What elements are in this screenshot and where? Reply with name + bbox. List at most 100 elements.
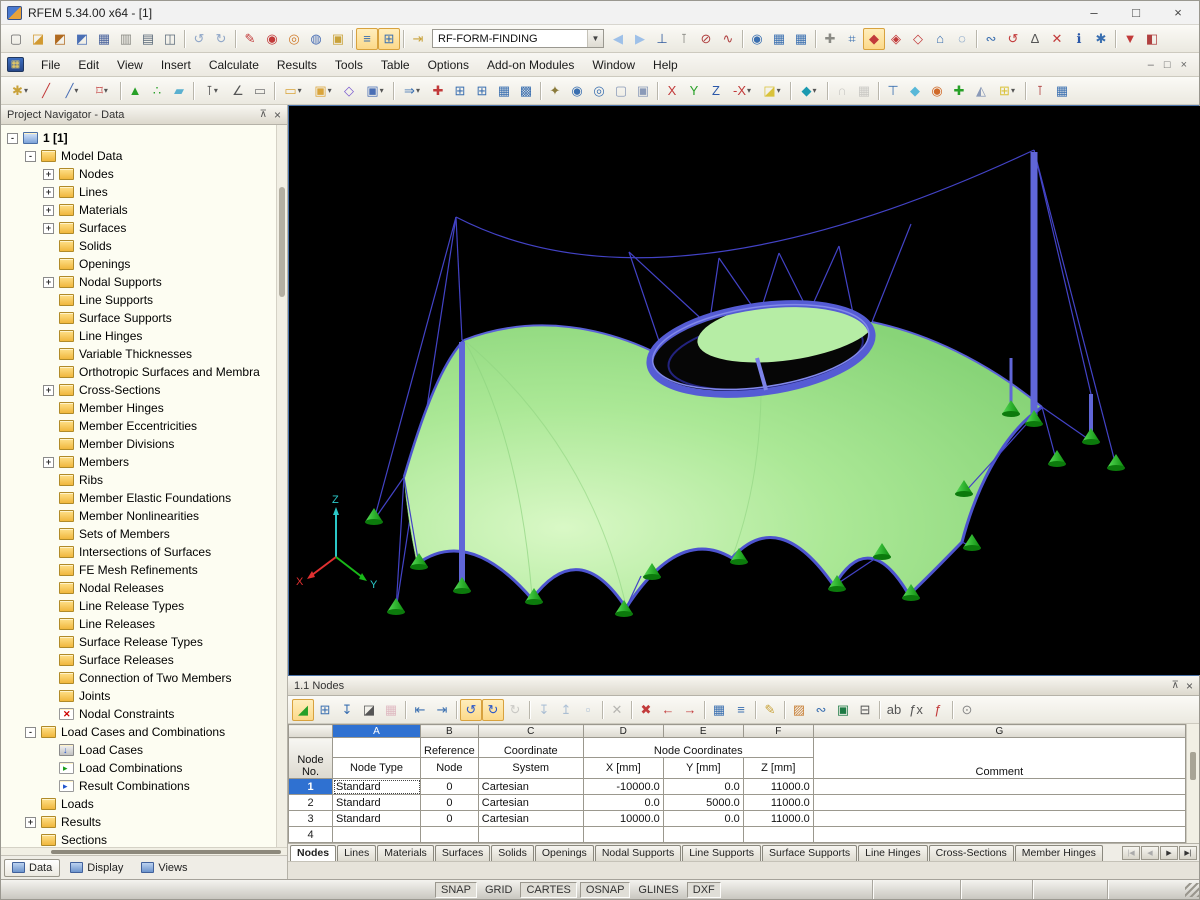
menu-file[interactable]: File xyxy=(32,56,69,74)
node-type-cell[interactable] xyxy=(333,827,421,843)
tree-expander[interactable] xyxy=(43,223,54,234)
forward-icon[interactable]: ▶ xyxy=(629,28,651,50)
tree-item-surface-supports[interactable]: Surface Supports xyxy=(1,309,276,327)
navigator-tab-data[interactable]: Data xyxy=(4,859,60,877)
tree-expander[interactable] xyxy=(43,457,54,468)
row-number-cell[interactable]: 1 xyxy=(289,779,333,795)
column-letter-f[interactable]: F xyxy=(743,725,813,738)
coordinate-system-cell[interactable]: Cartesian xyxy=(478,795,583,811)
member-results-icon[interactable]: ⊤ xyxy=(882,80,904,102)
new-surface-support-icon[interactable]: ▰ xyxy=(168,80,190,102)
column-letter-e[interactable]: E xyxy=(663,725,743,738)
new-line-icon[interactable]: ╱ xyxy=(35,80,57,102)
menu-tools[interactable]: Tools xyxy=(326,56,372,74)
menu-options[interactable]: Options xyxy=(419,56,478,74)
y-coordinate-cell[interactable]: 0.0 xyxy=(663,811,743,827)
table-undo-icon[interactable]: ↺ xyxy=(460,699,482,721)
navigator-tab-views[interactable]: Views xyxy=(133,859,195,877)
comment-cell[interactable] xyxy=(813,795,1185,811)
tree-item-member-divisions[interactable]: Member Divisions xyxy=(1,435,276,453)
table-move-down-icon[interactable]: ↧ xyxy=(533,699,555,721)
show-table-grid-icon[interactable]: ⊞ xyxy=(378,28,400,50)
open-project-icon[interactable]: ◩ xyxy=(49,28,71,50)
selection-box-icon[interactable]: ▭ xyxy=(249,80,271,102)
table-view-rows-icon[interactable]: ≡ xyxy=(730,699,752,721)
x-coordinate-cell[interactable]: 10000.0 xyxy=(583,811,663,827)
table-renumber-icon[interactable]: ▫ xyxy=(577,699,599,721)
tree-item-nodal-releases[interactable]: Nodal Releases xyxy=(1,579,276,597)
navigator-vertical-scrollbar[interactable] xyxy=(276,125,287,847)
row-number-cell[interactable]: 3 xyxy=(289,811,333,827)
block-library-icon[interactable]: ▩ xyxy=(515,80,537,102)
tree-item-line-release-types[interactable]: Line Release Types xyxy=(1,597,276,615)
z-coordinate-cell[interactable]: 11000.0 xyxy=(743,811,813,827)
model-display-icon[interactable]: ⌂ xyxy=(929,28,951,50)
row-number-cell[interactable]: 2 xyxy=(289,795,333,811)
tab-nodes[interactable]: Nodes xyxy=(290,845,336,861)
table-transfer-icon[interactable]: ∾ xyxy=(810,699,832,721)
video-record-icon[interactable]: ▦ xyxy=(768,28,790,50)
dimension-node-icon[interactable]: ⊺ xyxy=(673,28,695,50)
solid-results-icon[interactable]: ◉ xyxy=(926,80,948,102)
tree-item-nodal-constraints[interactable]: Nodal Constraints xyxy=(1,705,276,723)
tree-item-intersections-of-surfaces[interactable]: Intersections of Surfaces xyxy=(1,543,276,561)
panels-icon[interactable]: ⊞ xyxy=(992,80,1022,102)
video-play-icon[interactable]: ▦ xyxy=(790,28,812,50)
tree-expander[interactable] xyxy=(43,277,54,288)
print-preview-icon[interactable]: ◫ xyxy=(159,28,181,50)
column-letter-g[interactable]: G xyxy=(813,725,1185,738)
new-line-dim-icon[interactable]: ╱ xyxy=(57,80,87,102)
dxf-toggle[interactable]: DXF xyxy=(687,882,721,898)
surface-results-icon[interactable]: ◆ xyxy=(904,80,926,102)
reference-node-cell[interactable]: 0 xyxy=(421,811,479,827)
reference-node-cell[interactable]: 0 xyxy=(421,779,479,795)
z-coordinate-cell[interactable]: 11000.0 xyxy=(743,795,813,811)
glines-toggle[interactable]: GLINES xyxy=(633,883,683,897)
table-delete-col-icon[interactable]: ← xyxy=(657,699,679,721)
render-wireframe-icon[interactable]: ◇ xyxy=(907,28,929,50)
menu-addon-modules[interactable]: Add-on Modules xyxy=(478,56,583,74)
table-redo-icon[interactable]: ↻ xyxy=(482,699,504,721)
tab-materials[interactable]: Materials xyxy=(377,845,434,861)
tree-expander[interactable] xyxy=(25,727,36,738)
tree-item-connection-of-two-members[interactable]: Connection of Two Members xyxy=(1,669,276,687)
tree-expander[interactable] xyxy=(43,187,54,198)
edit-dimension-icon[interactable]: ∠ xyxy=(227,80,249,102)
table-refresh-icon[interactable]: ↻ xyxy=(504,699,526,721)
table-clear-icon[interactable]: ✕ xyxy=(606,699,628,721)
dimension-icon[interactable]: ⊺ xyxy=(197,80,227,102)
node-type-cell[interactable]: Standard xyxy=(333,779,421,795)
coordinate-system-cell[interactable]: Cartesian xyxy=(478,811,583,827)
menu-help[interactable]: Help xyxy=(644,56,687,74)
3d-viewport[interactable]: Z X Y xyxy=(288,105,1199,676)
reference-node-cell[interactable]: 0 xyxy=(421,795,479,811)
menu-calculate[interactable]: Calculate xyxy=(200,56,268,74)
comment-cell[interactable] xyxy=(813,779,1185,795)
tree-item-fe-mesh-refinements[interactable]: FE Mesh Refinements xyxy=(1,561,276,579)
table-spellcheck-icon[interactable]: ab xyxy=(883,699,905,721)
redo-icon[interactable]: ↻ xyxy=(210,28,232,50)
row-number-cell[interactable]: 4 xyxy=(289,827,333,843)
tree-item-load-cases-combinations[interactable]: Load Cases and Combinations xyxy=(1,723,276,741)
tree-item-line-releases[interactable]: Line Releases xyxy=(1,615,276,633)
tree-item-solids[interactable]: Solids xyxy=(1,237,276,255)
navigator-pin-icon[interactable]: ⊼ xyxy=(260,109,267,120)
tree-item-line-supports[interactable]: Line Supports xyxy=(1,291,276,309)
table-excel-icon[interactable]: ▣ xyxy=(832,699,854,721)
table-lock-icon[interactable]: ⊙ xyxy=(956,699,978,721)
tree-item-model-data[interactable]: Model Data xyxy=(1,147,276,165)
dimension-member-icon[interactable]: ∿ xyxy=(717,28,739,50)
print-icon[interactable]: ▤ xyxy=(137,28,159,50)
combo-dropdown-icon[interactable]: ▼ xyxy=(587,30,603,47)
table-calculator-icon[interactable]: ⊟ xyxy=(854,699,876,721)
tree-item-surface-release-types[interactable]: Surface Release Types xyxy=(1,633,276,651)
undo-view-icon[interactable]: ∩ xyxy=(831,80,853,102)
mdi-close-button[interactable]: × xyxy=(1181,59,1187,71)
x-coordinate-cell[interactable]: 0.0 xyxy=(583,795,663,811)
node-type-cell[interactable]: Standard xyxy=(333,811,421,827)
snap-grid-icon[interactable]: ⌗ xyxy=(841,28,863,50)
column-letter-d[interactable]: D xyxy=(583,725,663,738)
table-col-left-icon[interactable]: ⇤ xyxy=(409,699,431,721)
open-icon[interactable]: ◪ xyxy=(27,28,49,50)
table-vertical-scrollbar[interactable] xyxy=(1186,724,1199,843)
